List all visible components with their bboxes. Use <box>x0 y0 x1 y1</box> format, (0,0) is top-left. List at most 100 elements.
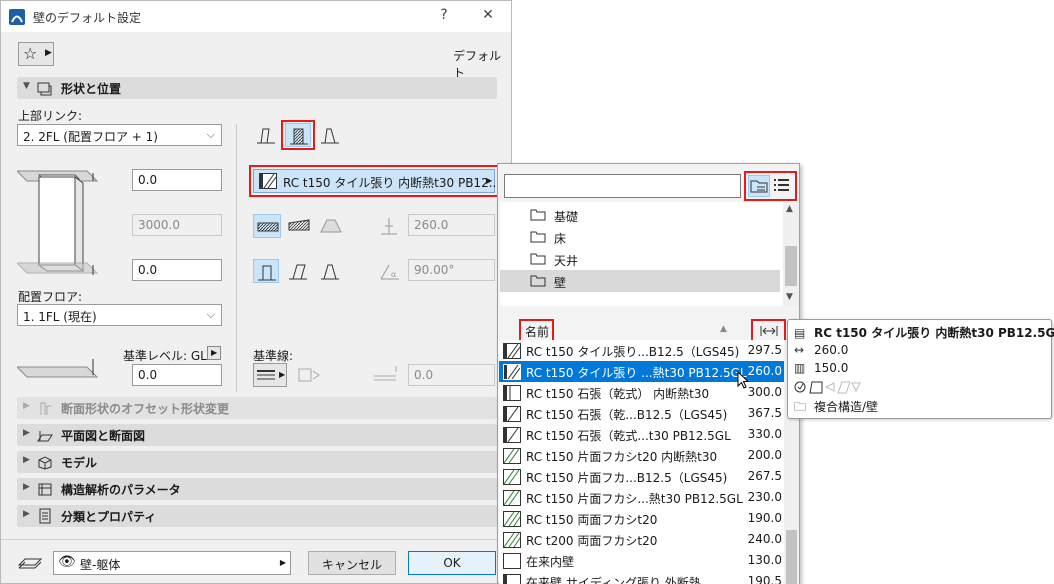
folder-item[interactable]: 天井 <box>500 248 780 270</box>
reference-line-button[interactable]: ▶ <box>253 363 287 387</box>
wall-height-input: 3000.0 <box>132 214 222 236</box>
reference-level-menu-button[interactable]: ▶ <box>207 346 221 360</box>
shape-straight-button[interactable] <box>253 259 279 283</box>
collapsed-triangle-icon: ▶ <box>23 401 30 411</box>
thickness-icon <box>379 216 399 236</box>
layer-icon <box>17 553 43 573</box>
ok-button[interactable]: OK <box>408 551 496 575</box>
scroll-thumb[interactable] <box>785 246 797 286</box>
section-structural[interactable]: ▶ 構造解析のパラメータ <box>17 478 497 500</box>
reference-level-label: 基準レベル: GL <box>123 349 207 363</box>
folder-label: 基礎 <box>554 210 579 224</box>
item-thickness: 260.0 <box>747 364 782 378</box>
structure-basic-button[interactable] <box>285 214 313 238</box>
layer-select[interactable]: 👁 壁-躯体 ▶ <box>53 551 291 575</box>
divider <box>236 124 237 392</box>
section-title: 平面図と断面図 <box>61 429 146 443</box>
cancel-button[interactable]: キャンセル <box>308 551 396 575</box>
offset-icon <box>372 364 402 384</box>
item-name: RC t150 タイル張り ...熱t30 PB12.5GL <box>526 366 747 380</box>
list-item[interactable]: RC t150 片面フカシt20 内断熱t30 200.0 <box>499 445 784 466</box>
item-name: RC t150 両面フカシt20 <box>526 513 658 527</box>
section-shape-position[interactable]: ▼ 形状と位置 <box>17 77 497 99</box>
shape-double-slanted-button[interactable] <box>317 259 343 283</box>
section-title: 構造解析のパラメータ <box>61 483 181 497</box>
core-thickness-icon: ▥ <box>794 361 806 375</box>
section-offset[interactable]: ▶ 断面形状のオフセット形状変更 <box>17 397 497 419</box>
composite-pattern-icon <box>503 343 521 359</box>
list-item[interactable]: RC t150 片面フカ...B12.5（LGS45) 267.5 <box>499 466 784 487</box>
close-button[interactable]: ✕ <box>479 7 497 25</box>
home-story-select[interactable]: 1. 1FL (現在) ⌵ <box>17 304 222 326</box>
list-item[interactable]: RC t150 片面フカシ...熱t30 PB12.5GL 230.0 <box>499 487 784 508</box>
section-title: モデル <box>61 456 98 470</box>
wall-height-diagram <box>15 169 99 391</box>
item-name: 在来内壁 <box>526 555 575 569</box>
shape-slanted-button[interactable] <box>285 259 311 283</box>
title-bar: 壁のデフォルト設定 ? ✕ <box>1 1 511 32</box>
tooltip-core-row: ▥ 150.0 <box>794 361 848 375</box>
reference-line-icon <box>257 370 275 380</box>
list-item[interactable]: 在来壁 サイディング張り 外断熱 190.5 <box>499 571 784 584</box>
composite-pattern-icon <box>503 490 521 506</box>
classification-icon <box>37 508 53 524</box>
section-title: 形状と位置 <box>61 82 122 96</box>
folder-icon <box>530 209 546 221</box>
list-item[interactable]: RC t150 石張（乾式...t30 PB12.5GL 330.0 <box>499 424 784 445</box>
list-item[interactable]: 在来内壁 130.0 <box>499 550 784 571</box>
folder-label: 壁 <box>554 276 567 290</box>
bottom-offset-input[interactable]: 0.0 <box>132 259 222 281</box>
favorites-button[interactable]: ☆ ▶ <box>18 42 54 66</box>
reference-level-input[interactable]: 0.0 <box>132 364 222 386</box>
composite-pattern-icon <box>503 406 521 422</box>
folder-icon <box>530 253 546 265</box>
folder-item[interactable]: 基礎 <box>500 204 780 226</box>
app-logo-icon <box>9 9 25 25</box>
structure-composite-button[interactable] <box>253 214 281 238</box>
item-thickness: 367.5 <box>747 406 782 420</box>
section-floorplan[interactable]: ▶ 平面図と断面図 <box>17 424 497 446</box>
geometry-straight-button[interactable] <box>253 123 279 147</box>
section-classification[interactable]: ▶ 分類とプロパティ <box>17 505 497 527</box>
structure-profile-button[interactable] <box>317 214 345 238</box>
tree-scrollbar[interactable]: ▲ ▼ <box>783 202 799 306</box>
item-thickness: 190.0 <box>747 511 782 525</box>
composite-structure-icon <box>257 222 279 232</box>
offset-input: 0.0 <box>408 364 495 386</box>
collapsed-triangle-icon: ▶ <box>23 428 30 438</box>
top-link-select[interactable]: 2. 2FL (配置フロア + 1) ⌵ <box>17 124 222 146</box>
item-name: RC t150 片面フカ...B12.5（LGS45) <box>526 471 728 485</box>
top-link-value: 2. 2FL (配置フロア + 1) <box>23 130 158 144</box>
favorites-default-label: デフォルト <box>453 49 502 80</box>
list-item[interactable]: RC t200 両面フカシt20 240.0 <box>499 529 784 550</box>
section-model[interactable]: ▶ モデル <box>17 451 497 473</box>
composite-pattern-icon <box>503 427 521 443</box>
geometry-profile-button[interactable] <box>317 123 343 147</box>
folder-icon: 🗀 <box>794 400 807 414</box>
item-name: RC t200 両面フカシt20 <box>526 534 658 548</box>
scroll-up-icon: ▲ <box>786 204 793 214</box>
list-item[interactable]: RC t150 石張（乾...B12.5（LGS45) 367.5 <box>499 403 784 424</box>
mouse-pointer-icon <box>737 370 751 391</box>
offset-profile-icon <box>37 400 53 416</box>
help-button[interactable]: ? <box>435 7 453 25</box>
composite-picker-popup: 基礎 床 天井 壁 ▲ ▼ 名前 ▲ RC t150 タイル張り...B12.5… <box>497 163 800 584</box>
list-item[interactable]: RC t150 両面フカシt20 190.0 <box>499 508 784 529</box>
caret-right-icon: ▶ <box>279 370 286 379</box>
top-offset-input[interactable]: 0.0 <box>132 169 222 191</box>
item-name: RC t150 石張（乾式） 内断熱t30 <box>526 387 710 401</box>
item-thickness: 267.5 <box>747 469 782 483</box>
scroll-thumb[interactable] <box>786 530 797 584</box>
search-input[interactable] <box>504 174 741 198</box>
folder-item-selected[interactable]: 壁 <box>500 270 780 292</box>
tooltip-path: 複合構造/壁 <box>814 400 879 414</box>
expanded-triangle-icon: ▼ <box>23 81 30 91</box>
folder-item[interactable]: 床 <box>500 226 780 248</box>
tooltip-shapes-row <box>794 379 874 398</box>
scroll-down-icon: ▼ <box>786 292 793 302</box>
list-item[interactable]: RC t150 タイル張り...B12.5（LGS45) 297.5 <box>499 340 784 361</box>
composite-pattern-icon <box>503 364 521 380</box>
composite-pattern-icon <box>503 532 521 548</box>
flip-icon <box>298 368 320 382</box>
section-title: 断面形状のオフセット形状変更 <box>61 402 230 416</box>
